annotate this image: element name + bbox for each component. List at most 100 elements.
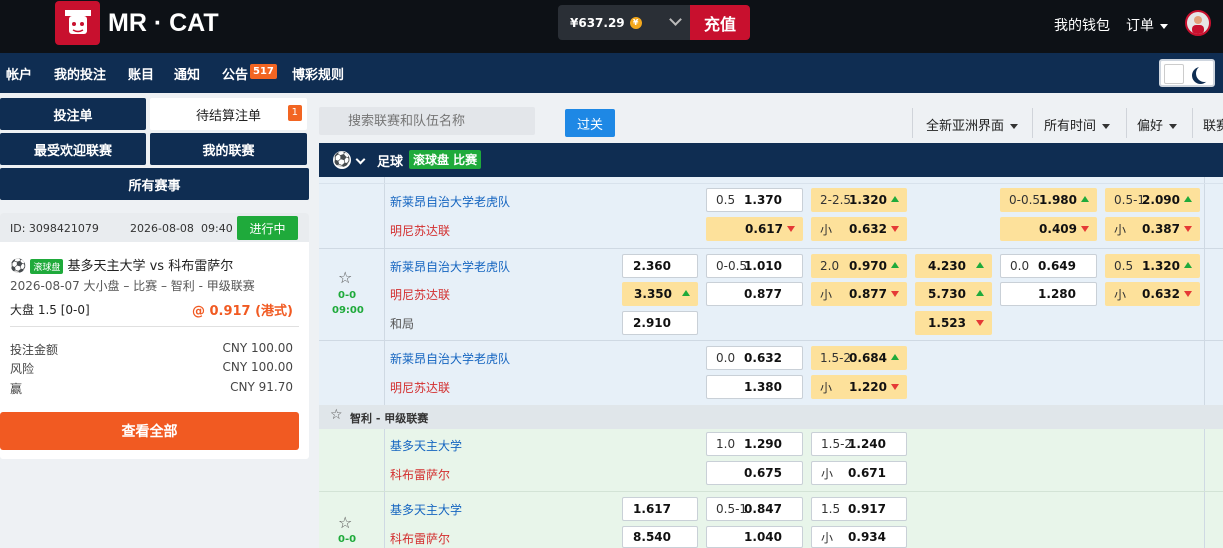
odds-button[interactable]: 0-0.5 1.980 — [1000, 188, 1097, 212]
odds-button[interactable]: 0.0 0.632 — [706, 346, 803, 370]
bet-match-line: ⚽ 滚球盘 基多天主大学 vs 科布雷萨尔 — [10, 255, 233, 274]
away-team[interactable]: 明尼苏达联 — [390, 286, 450, 303]
odds-button[interactable]: 4.230 — [915, 254, 992, 278]
win-label: 赢 — [10, 382, 23, 396]
popular-leagues-button[interactable]: 最受欢迎联赛 — [0, 133, 146, 165]
orders-dropdown[interactable]: 订单 — [1126, 15, 1168, 35]
odds-button[interactable]: 0.0 0.649 — [1000, 254, 1097, 278]
away-team[interactable]: 明尼苏达联 — [390, 222, 450, 239]
odds-down-icon — [1081, 226, 1089, 232]
odds-value: 0.387 — [1142, 222, 1180, 236]
odds-button[interactable]: 0.5 1.320 — [1105, 254, 1200, 278]
odds-button[interactable]: 小 0.877 — [811, 282, 907, 306]
odds-value: 3.350 — [634, 287, 672, 301]
nav-statement[interactable]: 账目 — [128, 64, 154, 83]
odds-button[interactable]: 小 0.671 — [811, 461, 907, 485]
match-score: 0-0 — [338, 534, 357, 545]
logo-text[interactable]: MR · CAT — [108, 9, 219, 38]
odds-button[interactable]: 0.877 — [706, 282, 803, 306]
theme-toggle[interactable] — [1159, 59, 1215, 87]
odds-button[interactable]: 3.350 — [622, 282, 698, 306]
odds-button[interactable]: 1.523 — [915, 311, 992, 335]
odds-button[interactable]: 0.409 — [1000, 217, 1097, 241]
balance-amount: ¥637.29 — [570, 15, 625, 30]
odds-button[interactable]: 1.5-2 1.240 — [811, 432, 907, 456]
tab-betslip[interactable]: 投注单 — [0, 98, 146, 130]
odds-button[interactable]: 8.540 — [622, 526, 698, 548]
odds-button[interactable]: 0.617 — [706, 217, 803, 241]
odds-button[interactable]: 1.0 1.290 — [706, 432, 803, 456]
odds-button[interactable]: 小 0.632 — [1105, 282, 1200, 306]
odds-button[interactable]: 1.380 — [706, 375, 803, 399]
odds-button[interactable]: 1.040 — [706, 526, 803, 548]
my-leagues-button[interactable]: 我的联赛 — [150, 133, 307, 165]
total-line: 1.5-2 — [820, 351, 852, 365]
odds-button[interactable]: 1.617 — [622, 497, 698, 521]
odds-button[interactable]: 5.730 — [915, 282, 992, 306]
odds-value: 2.360 — [633, 259, 671, 273]
favorite-star-icon[interactable]: ☆ — [338, 513, 352, 532]
interface-dropdown[interactable]: 全新亚洲界面 — [926, 115, 1019, 134]
odds-button[interactable]: 2.910 — [622, 311, 698, 335]
match-time: 09:00 — [332, 305, 364, 316]
total-line: 0.5-1 — [1114, 193, 1146, 207]
home-team[interactable]: 新莱昂自治大学老虎队 — [390, 350, 510, 367]
nav-betting-rules[interactable]: 博彩规则 — [292, 64, 344, 83]
home-team[interactable]: 基多天主大学 — [390, 437, 462, 454]
cat-logo-icon[interactable] — [55, 1, 100, 45]
divider — [319, 248, 1223, 249]
odds-button[interactable]: 0.5-1 2.090 — [1105, 188, 1200, 212]
away-team[interactable]: 科布雷萨尔 — [390, 530, 450, 547]
odds-button[interactable]: 0.5 1.370 — [706, 188, 803, 212]
odds-down-icon — [976, 320, 984, 326]
favorite-star-icon[interactable]: ☆ — [330, 407, 343, 423]
odds-button[interactable]: 小 0.387 — [1105, 217, 1200, 241]
odds-button[interactable]: 0-0.5 1.010 — [706, 254, 803, 278]
handicap-line: 0.5-1 — [716, 502, 748, 516]
time-dropdown[interactable]: 所有时间 — [1044, 115, 1111, 134]
odds-button[interactable]: 小 0.632 — [811, 217, 907, 241]
avatar[interactable] — [1185, 10, 1211, 36]
time-dropdown-label: 所有时间 — [1044, 119, 1097, 134]
orders-label: 订单 — [1126, 18, 1154, 34]
chevron-down-icon — [669, 13, 682, 26]
nav-notifications[interactable]: 通知 — [174, 64, 200, 83]
odds-button[interactable]: 0.675 — [706, 461, 803, 485]
handicap-line: 0-0.5 — [716, 259, 748, 273]
favorite-star-icon[interactable]: ☆ — [338, 268, 352, 287]
odds-button[interactable]: 1.5-2 0.684 — [811, 346, 907, 370]
odds-button[interactable]: 小 1.220 — [811, 375, 907, 399]
sport-name: 足球 — [377, 155, 404, 170]
draw-label[interactable]: 和局 — [390, 315, 414, 332]
away-team[interactable]: 科布雷萨尔 — [390, 466, 450, 483]
nav-my-bets[interactable]: 我的投注 — [54, 64, 106, 83]
home-team[interactable]: 基多天主大学 — [390, 501, 462, 518]
deposit-button[interactable]: 充值 — [690, 5, 750, 40]
home-team[interactable]: 新莱昂自治大学老虎队 — [390, 258, 510, 275]
odds-button[interactable]: 1.280 — [1000, 282, 1097, 306]
away-team[interactable]: 明尼苏达联 — [390, 379, 450, 396]
home-team[interactable]: 新莱昂自治大学老虎队 — [390, 193, 510, 210]
parlay-button[interactable]: 过关 — [565, 109, 615, 137]
odds-button[interactable]: 0.5-1 0.847 — [706, 497, 803, 521]
search-input[interactable] — [319, 107, 535, 135]
odds-button[interactable]: 小 0.934 — [811, 526, 907, 548]
balance-dropdown[interactable]: ¥637.29 ¥ — [558, 5, 690, 40]
wallet-link[interactable]: 我的钱包 — [1054, 15, 1110, 35]
preference-dropdown[interactable]: 偏好 — [1137, 115, 1178, 134]
all-events-button[interactable]: 所有赛事 — [0, 168, 309, 200]
nav-announcements[interactable]: 公告 517 — [222, 64, 277, 83]
soccer-ball-icon[interactable]: ⚽ — [333, 151, 351, 169]
odds-button[interactable]: 2.0 0.970 — [811, 254, 907, 278]
handicap-line: 0.0 — [716, 351, 736, 365]
view-all-button[interactable]: 查看全部 — [0, 412, 299, 450]
odds-button[interactable]: 2.360 — [622, 254, 698, 278]
odds-button[interactable]: 2-2.5 1.320 — [811, 188, 907, 212]
odds-value: 5.730 — [928, 287, 966, 301]
league-name[interactable]: 智利 - 甲级联赛 — [350, 410, 428, 426]
odds-button[interactable]: 1.5 0.917 — [811, 497, 907, 521]
league-dropdown[interactable]: 联赛 — [1203, 115, 1223, 134]
chevron-down-icon[interactable] — [355, 154, 366, 165]
nav-account[interactable]: 帐户 — [6, 64, 32, 83]
tab-pending-bets[interactable]: 待结算注单 1 — [150, 98, 307, 130]
